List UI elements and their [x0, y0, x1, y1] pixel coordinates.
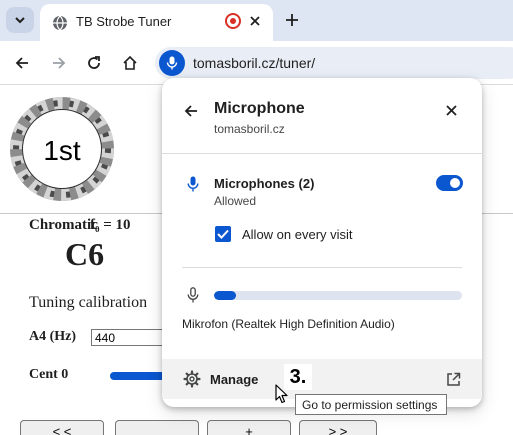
forward-button[interactable]: [47, 51, 71, 75]
divider: [162, 153, 482, 154]
cent-slider[interactable]: [110, 372, 170, 380]
back-button[interactable]: [180, 100, 202, 122]
microphone-toggle[interactable]: [436, 175, 463, 191]
close-button[interactable]: [440, 99, 462, 121]
close-icon: [250, 16, 260, 26]
microphone-icon: [166, 56, 178, 70]
reload-icon: [88, 56, 100, 69]
microphone-outline-icon: [184, 286, 202, 304]
calibration-heading: Tuning calibration: [29, 294, 148, 311]
active-tab[interactable]: TB Strobe Tuner: [40, 4, 273, 41]
arrow-left-icon: [184, 105, 197, 117]
home-button[interactable]: [118, 51, 142, 75]
microphone-icon: [184, 175, 202, 193]
next-button[interactable]: > >: [299, 420, 377, 435]
arrow-left-icon: [15, 57, 28, 69]
cent-label: Cent 0: [29, 367, 69, 382]
microphone-level-fill: [214, 291, 237, 300]
permission-state: Allowed: [214, 194, 257, 208]
checkbox-label[interactable]: Allow on every visit: [242, 227, 353, 242]
site-permission-button[interactable]: [159, 50, 185, 76]
popup-title: Microphone: [214, 100, 305, 117]
strobe-display: 1st: [10, 97, 114, 201]
frequency-label: f₀ = 10: [90, 217, 131, 233]
manage-permissions-row[interactable]: Manage: [162, 359, 482, 399]
recording-indicator-icon: [225, 13, 241, 29]
toggle-knob: [450, 178, 460, 188]
close-icon: [445, 104, 457, 116]
url-text[interactable]: tomasboril.cz/tuner/: [193, 55, 315, 71]
a4-label: A4 (Hz): [29, 329, 77, 344]
microphone-permission-popup: Microphone tomasboril.cz Microphones (2)…: [162, 78, 482, 407]
home-icon: [123, 55, 137, 70]
checkmark-icon: [217, 229, 229, 239]
prev-button[interactable]: < <: [20, 420, 104, 435]
gear-icon: [182, 369, 202, 389]
tab-close-button[interactable]: [245, 11, 265, 31]
manage-label: Manage: [210, 372, 259, 387]
strobe-label: 1st: [43, 135, 81, 166]
permission-title: Microphones (2): [214, 176, 315, 191]
chevron-down-icon: [15, 17, 25, 24]
address-bar[interactable]: tomasboril.cz/tuner/: [155, 47, 513, 79]
back-button[interactable]: [10, 51, 34, 75]
tooltip: Go to permission settings: [295, 394, 447, 415]
plus-icon: [286, 14, 298, 26]
microphone-level-meter: [214, 291, 462, 300]
external-link-icon[interactable]: [444, 370, 462, 388]
globe-icon: [53, 15, 67, 31]
arrow-right-icon: [53, 57, 66, 69]
note-display: C6: [65, 236, 105, 272]
tab-strip: TB Strobe Tuner: [0, 0, 513, 41]
new-tab-button[interactable]: [282, 10, 302, 30]
reload-button[interactable]: [82, 51, 106, 75]
divider: [182, 267, 462, 268]
middle-button[interactable]: [115, 420, 199, 435]
mouse-cursor-icon: [275, 384, 288, 404]
allow-every-visit-checkbox[interactable]: [215, 226, 231, 242]
a4-frequency-input[interactable]: [91, 329, 163, 346]
plus-button[interactable]: +: [207, 420, 291, 435]
tab-title: TB Strobe Tuner: [76, 14, 172, 29]
microphone-device-name: Mikrofon (Realtek High Definition Audio): [182, 317, 395, 331]
tab-search-button[interactable]: [6, 7, 34, 33]
popup-site: tomasboril.cz: [214, 122, 285, 136]
mode-label: Chromatic: [29, 217, 98, 233]
